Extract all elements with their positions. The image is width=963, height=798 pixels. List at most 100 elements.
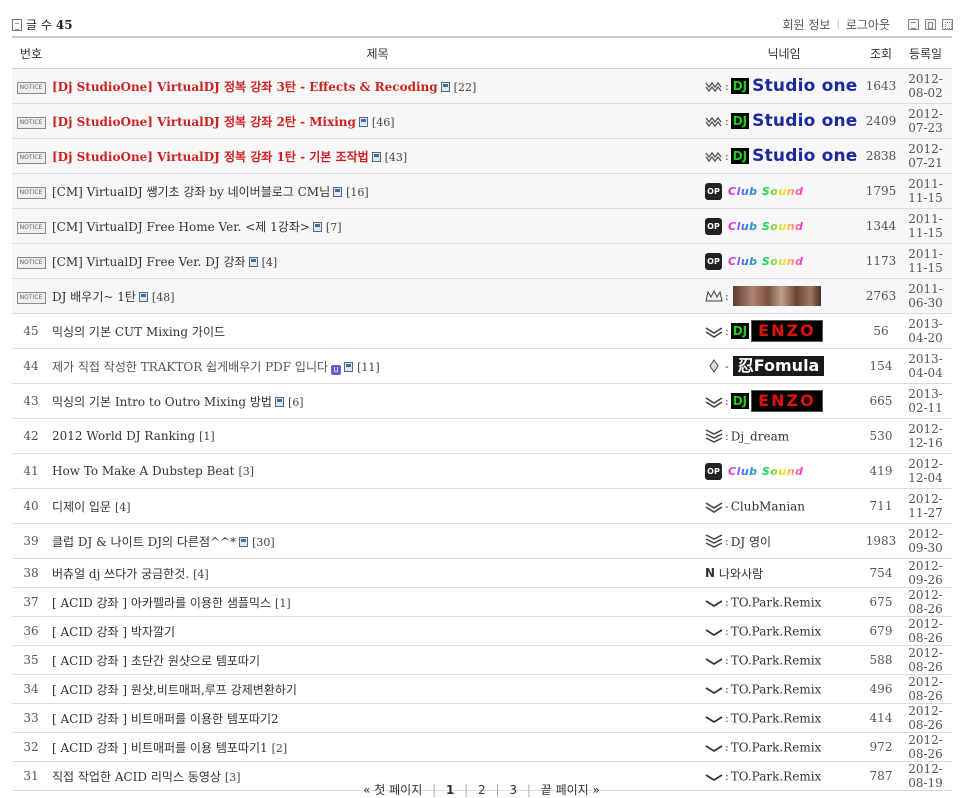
comment-count[interactable]: [22]: [454, 81, 477, 94]
club-sound-logo[interactable]: Club Sound: [728, 465, 803, 478]
nickname-cell[interactable]: OP Club Sound: [705, 173, 863, 209]
post-title-link[interactable]: [Dj StudioOne] VirtualDJ 정복 강좌 2탄 - Mixi…: [52, 115, 356, 129]
header-date[interactable]: 등록일: [899, 36, 952, 69]
nickname-cell[interactable]: : TO.Park.Remix: [705, 674, 863, 704]
nickname-text[interactable]: ClubManian: [731, 499, 805, 513]
rank-chevron-icon: [705, 534, 723, 548]
post-number: 35: [12, 645, 50, 675]
nickname-cell[interactable]: : TO.Park.Remix: [705, 732, 863, 762]
nickname-text[interactable]: 나와사람: [719, 567, 763, 581]
date-cell: 2012-12-16: [899, 418, 952, 454]
logout-link[interactable]: 로그아웃: [846, 16, 890, 33]
webzine-view-icon[interactable]: [925, 19, 936, 30]
comment-count[interactable]: [43]: [385, 151, 408, 164]
page-link-1[interactable]: 1: [446, 783, 454, 797]
studio-one-logo[interactable]: Studio one: [752, 146, 857, 166]
nickname-cell[interactable]: : Dj_dream: [705, 418, 863, 454]
club-sound-logo[interactable]: Club Sound: [728, 220, 803, 233]
post-title-link[interactable]: 믹싱의 기본 CUT Mixing 가이드: [52, 325, 225, 339]
enzo-logo[interactable]: ENZO: [751, 390, 823, 412]
post-title-link[interactable]: 2012 World DJ Ranking: [52, 429, 195, 443]
comment-count[interactable]: [4]: [115, 501, 131, 514]
first-page-link[interactable]: « 첫 페이지: [363, 783, 422, 797]
comment-count[interactable]: [46]: [372, 116, 395, 129]
rank-chevron-icon: [705, 745, 723, 753]
comment-count[interactable]: [2]: [272, 742, 288, 755]
last-page-link[interactable]: 끝 페이지 »: [541, 783, 600, 797]
fomula-logo[interactable]: 忍Fomula: [732, 356, 825, 376]
nickname-cell[interactable]: : DJ 영이: [705, 523, 863, 559]
divider: |: [836, 19, 840, 30]
comment-count[interactable]: [1]: [199, 430, 215, 443]
nickname-cell[interactable]: :: [705, 278, 863, 314]
nickname-text[interactable]: TO.Park.Remix: [731, 682, 822, 696]
post-title-link[interactable]: How To Make A Dubstep Beat: [52, 464, 235, 478]
nickname-cell[interactable]: : TO.Park.Remix: [705, 703, 863, 733]
enzo-logo[interactable]: ENZO: [751, 320, 823, 342]
studio-one-logo[interactable]: Studio one: [752, 111, 857, 131]
post-title-link[interactable]: 제가 직접 작성한 TRAKTOR 쉽게배우기 PDF 입니다: [52, 360, 328, 374]
nickname-cell[interactable]: N 나와사람: [705, 558, 863, 588]
comment-count[interactable]: [4]: [262, 256, 278, 269]
nickname-cell[interactable]: OP Club Sound: [705, 243, 863, 279]
nickname-cell[interactable]: : DJ Studio one: [705, 103, 863, 139]
comment-count[interactable]: [3]: [239, 465, 255, 478]
club-sound-logo[interactable]: Club Sound: [728, 185, 803, 198]
member-info-link[interactable]: 회원 정보: [782, 16, 830, 33]
nickname-cell[interactable]: : DJ ENZO: [705, 383, 863, 419]
date-cell: 2012-09-30: [899, 523, 952, 559]
comment-count[interactable]: [6]: [288, 396, 304, 409]
nickname-cell[interactable]: : TO.Park.Remix: [705, 645, 863, 675]
nickname-cell[interactable]: : DJ Studio one: [705, 68, 863, 104]
nickname-cell[interactable]: : TO.Park.Remix: [705, 616, 863, 646]
page-link-3[interactable]: 3: [509, 783, 517, 797]
post-title-link[interactable]: [Dj StudioOne] VirtualDJ 정복 강좌 1탄 - 기본 조…: [52, 150, 369, 164]
comment-count[interactable]: [4]: [193, 568, 209, 581]
post-title-link[interactable]: [CM] VirtualDJ Free Ver. DJ 강좌: [52, 255, 246, 269]
post-title-link[interactable]: [ ACID 강좌 ] 아카펠라를 이용한 샘플믹스: [52, 596, 271, 610]
post-title-link[interactable]: [ ACID 강좌 ] 초단간 원샷으로 템포따기: [52, 654, 260, 668]
nickname-cell[interactable]: : DJ ENZO: [705, 313, 863, 349]
nickname-text[interactable]: Dj_dream: [731, 429, 789, 443]
nickname-text[interactable]: DJ 영이: [731, 535, 771, 549]
post-title-link[interactable]: DJ 배우기~ 1탄: [52, 290, 136, 304]
nickname-cell[interactable]: - 忍Fomula: [705, 348, 863, 384]
comment-count[interactable]: [11]: [357, 361, 380, 374]
comment-count[interactable]: [30]: [252, 536, 275, 549]
post-title-link[interactable]: [ ACID 강좌 ] 원샷,비트매퍼,루프 강제변환하기: [52, 683, 297, 697]
nick-separator: -: [725, 359, 729, 373]
nickname-text[interactable]: TO.Park.Remix: [731, 653, 822, 667]
nickname-text[interactable]: TO.Park.Remix: [731, 740, 822, 754]
page-link-2[interactable]: 2: [478, 783, 486, 797]
nickname-text[interactable]: TO.Park.Remix: [731, 711, 822, 725]
views-cell: 414: [863, 703, 899, 733]
nickname-cell[interactable]: OP Club Sound: [705, 453, 863, 489]
studio-one-logo[interactable]: Studio one: [752, 76, 857, 96]
post-title-link[interactable]: [ ACID 강좌 ] 박자깔기: [52, 625, 175, 639]
comment-count[interactable]: [7]: [326, 221, 342, 234]
avatar-image[interactable]: [732, 286, 821, 306]
post-title-link[interactable]: [ ACID 강좌 ] 비트매퍼를 이용 템포따기1: [52, 741, 268, 755]
nickname-cell[interactable]: : TO.Park.Remix: [705, 587, 863, 617]
post-title-link[interactable]: [CM] VirtualDJ Free Home Ver. <제 1강좌>: [52, 220, 310, 234]
nickname-cell[interactable]: - ClubManian: [705, 488, 863, 524]
post-title-link[interactable]: 버츄얼 dj 쓰다가 궁금한것.: [52, 567, 189, 581]
post-title-link[interactable]: [ ACID 강좌 ] 비트매퍼를 이용한 템포따기2: [52, 712, 279, 726]
post-title-link[interactable]: [CM] VirtualDJ 쌩기초 강좌 by 네이버블로그 CM님: [52, 185, 330, 199]
post-title-link[interactable]: 클럽 DJ & 나이트 DJ의 다른점^^*: [52, 535, 236, 549]
header-views[interactable]: 조회: [863, 36, 899, 69]
post-title-link[interactable]: 디제이 입문: [52, 500, 111, 514]
comment-count[interactable]: [16]: [346, 186, 369, 199]
comment-count[interactable]: [1]: [275, 597, 291, 610]
club-sound-logo[interactable]: Club Sound: [728, 255, 803, 268]
list-view-icon[interactable]: [908, 19, 919, 30]
nickname-text[interactable]: TO.Park.Remix: [731, 595, 822, 609]
date-cell: 2013-02-11: [899, 383, 952, 419]
nickname-cell[interactable]: OP Club Sound: [705, 208, 863, 244]
post-title-link[interactable]: 믹싱의 기본 Intro to Outro Mixing 방법: [52, 395, 272, 409]
comment-count[interactable]: [48]: [152, 291, 175, 304]
nickname-cell[interactable]: : DJ Studio one: [705, 138, 863, 174]
post-title-link[interactable]: [Dj StudioOne] VirtualDJ 정복 강좌 3탄 - Effe…: [52, 80, 438, 94]
nickname-text[interactable]: TO.Park.Remix: [731, 624, 822, 638]
gallery-view-icon[interactable]: [942, 19, 953, 30]
